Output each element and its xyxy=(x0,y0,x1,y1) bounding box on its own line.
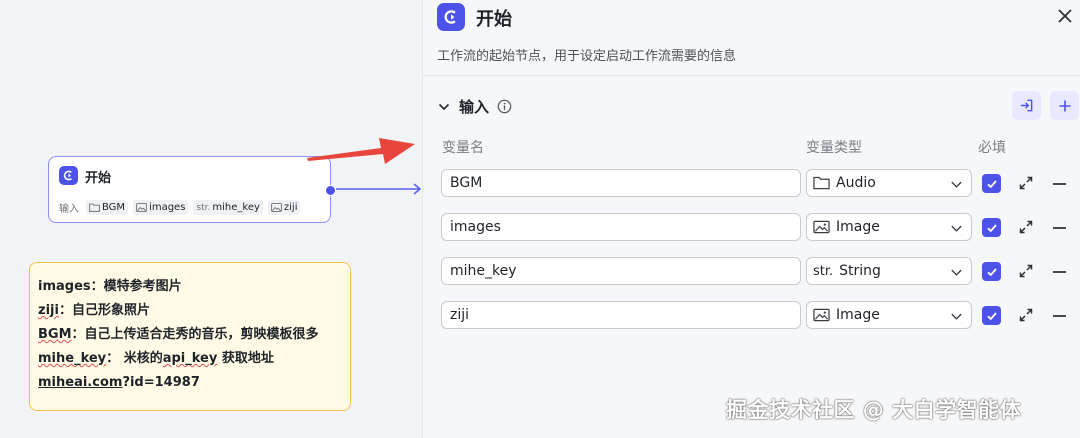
plus-icon xyxy=(1059,100,1070,111)
variable-name-input[interactable] xyxy=(441,257,801,285)
input-section-header[interactable]: 输入 xyxy=(437,96,512,117)
column-header-required: 必填 xyxy=(978,140,1006,156)
start-node[interactable]: 开始 输入 BGM images str. mihe_key ziji xyxy=(48,156,331,223)
required-checkbox[interactable] xyxy=(982,218,1001,237)
table-row: Image xyxy=(423,301,1080,331)
variable-name-input[interactable] xyxy=(441,213,801,241)
chevron-down-icon xyxy=(951,313,962,320)
node-chip-ziji: ziji xyxy=(267,200,301,215)
variable-type-label: Image xyxy=(836,219,880,235)
connection-line xyxy=(336,183,422,195)
table-row: str. String xyxy=(423,257,1080,287)
check-icon xyxy=(986,311,997,320)
expand-icon[interactable] xyxy=(1018,175,1034,191)
table-row: Audio xyxy=(423,169,1080,199)
column-header-type: 变量类型 xyxy=(806,140,862,156)
annotation-arrow xyxy=(307,138,415,164)
image-icon xyxy=(271,203,282,212)
info-icon[interactable] xyxy=(497,99,512,114)
variable-type-select[interactable]: Image xyxy=(806,301,972,329)
chevron-down-icon xyxy=(951,225,962,232)
watermark: 掘金技术社区 @ 大白学智能体 xyxy=(726,398,1022,422)
node-chip-name: ziji xyxy=(283,202,298,213)
variable-name-input[interactable] xyxy=(441,301,801,329)
remove-variable-button[interactable] xyxy=(1053,315,1066,317)
check-icon xyxy=(986,223,997,232)
image-icon xyxy=(136,203,147,212)
folder-icon xyxy=(89,203,100,212)
node-chip-bgm: BGM xyxy=(86,200,129,215)
variable-name-input[interactable] xyxy=(441,169,801,197)
chevron-down-icon xyxy=(951,269,962,276)
expand-icon[interactable] xyxy=(1018,307,1034,323)
node-chip-name: BGM xyxy=(102,202,126,213)
start-node-icon xyxy=(59,166,78,185)
note-line-mihe-key: mihe_key： 米核的api_key 获取地址 xyxy=(38,351,274,366)
start-node-inputs: 输入 BGM images str. mihe_key ziji xyxy=(59,200,301,215)
variable-type-select[interactable]: Audio xyxy=(806,169,972,197)
variable-type-select[interactable]: str. String xyxy=(806,257,972,285)
node-chip-images: images xyxy=(133,200,189,215)
expand-icon[interactable] xyxy=(1018,263,1034,279)
panel-title: 开始 xyxy=(476,9,512,30)
remove-variable-button[interactable] xyxy=(1053,183,1066,185)
required-checkbox[interactable] xyxy=(982,174,1001,193)
panel-header: 开始 工作流的起始节点，用于设定启动工作流需要的信息 xyxy=(423,0,1080,76)
note-line-url: miheai.com?id=14987 xyxy=(38,375,200,390)
start-node-title: 开始 xyxy=(85,171,112,186)
image-icon xyxy=(813,308,830,322)
check-icon xyxy=(986,267,997,276)
column-header-name: 变量名 xyxy=(442,140,484,156)
string-type-label: str. xyxy=(196,202,211,213)
panel-description: 工作流的起始节点，用于设定启动工作流需要的信息 xyxy=(437,49,737,64)
table-row: Image xyxy=(423,213,1080,243)
workflow-canvas[interactable]: 开始 输入 BGM images str. mihe_key ziji imag… xyxy=(0,0,422,438)
required-checkbox[interactable] xyxy=(982,306,1001,325)
import-icon xyxy=(1020,99,1033,112)
image-icon xyxy=(813,220,830,234)
check-icon xyxy=(986,179,997,188)
variable-type-select[interactable]: Image xyxy=(806,213,972,241)
start-node-output-port[interactable] xyxy=(325,185,336,196)
node-chip-name: mihe_key xyxy=(212,202,260,213)
input-section-title: 输入 xyxy=(459,98,490,116)
note-line-bgm: BGM：自己上传适合走秀的音乐，剪映模板很多 xyxy=(38,327,319,342)
expand-icon[interactable] xyxy=(1018,219,1034,235)
close-icon[interactable] xyxy=(1055,6,1075,26)
variable-type-label: Audio xyxy=(836,175,876,191)
node-config-panel: 开始 工作流的起始节点，用于设定启动工作流需要的信息 输入 变量名 变量类型 必… xyxy=(422,0,1080,438)
chevron-down-icon xyxy=(951,181,962,188)
variable-type-label: Image xyxy=(836,307,880,323)
folder-icon xyxy=(813,176,830,190)
required-checkbox[interactable] xyxy=(982,262,1001,281)
remove-variable-button[interactable] xyxy=(1053,227,1066,229)
chevron-down-icon[interactable] xyxy=(437,100,451,114)
variable-type-label: String xyxy=(839,263,881,279)
note-line-images: images：模特参考图片 xyxy=(38,279,182,294)
add-variable-button[interactable] xyxy=(1050,91,1079,120)
start-node-input-label: 输入 xyxy=(59,204,79,215)
remove-variable-button[interactable] xyxy=(1053,271,1066,273)
import-button[interactable] xyxy=(1012,91,1041,120)
node-chip-mihe-key: str. mihe_key xyxy=(193,200,263,215)
sticky-note[interactable]: images：模特参考图片 ziji：自己形象照片 BGM：自己上传适合走秀的音… xyxy=(29,262,351,411)
start-node-icon xyxy=(437,3,465,31)
string-type-label: str. xyxy=(813,263,834,279)
note-line-ziji: ziji：自己形象照片 xyxy=(38,303,150,318)
note-link[interactable]: miheai.com xyxy=(38,375,122,390)
node-chip-name: images xyxy=(149,202,186,213)
